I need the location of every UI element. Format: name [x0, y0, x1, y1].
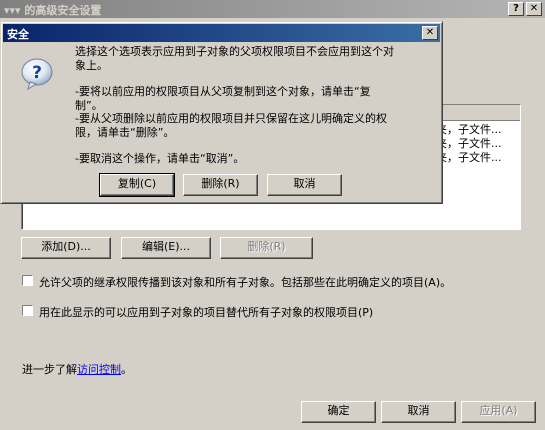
message-intro-line1: 选择这个选项表示应用到子对象的父项权限项目不会应用到这个对: [75, 45, 394, 58]
list-item-apply-to[interactable]: 夹，子文件...: [436, 151, 520, 164]
replace-checkbox-label: 用在此显示的可以应用到子对象的项目替代所有子对象的权限项目(P): [39, 306, 374, 319]
dialog-title: 安全: [7, 28, 29, 41]
message-copy-line1: -要将以前应用的权限项目从父项复制到这个对象，请单击“复: [75, 85, 371, 98]
outer-close-button[interactable]: ✕: [526, 2, 542, 16]
learn-more-suffix: 。: [121, 363, 132, 376]
message-intro-line2: 象上。: [75, 58, 108, 72]
security-dialog: 安全 ✕ ? 选择这个选项表示应用到子对象的父项权限项目不会应用到这个对 象上。…: [0, 21, 443, 204]
help-button[interactable]: ?: [508, 2, 524, 16]
dialog-close-button[interactable]: ✕: [422, 26, 438, 40]
access-control-link[interactable]: 访问控制: [77, 363, 121, 376]
list-item-apply-to[interactable]: 夹，子文件...: [436, 137, 520, 150]
question-icon: ?: [20, 57, 54, 91]
message-copy-line2: 制”。: [75, 98, 103, 112]
replace-checkbox-box[interactable]: [22, 305, 33, 316]
inherit-checkbox-label: 允许父项的继承权限传播到该对象和所有子对象。包括那些在此明确定义的项目(A)。: [39, 276, 452, 289]
message-remove-line1: -要从父项删除以前应用的权限项目并只保留在这儿明确定义的权: [75, 112, 387, 125]
dialog-title-bar[interactable]: 安全 ✕: [3, 24, 440, 42]
dialog-message: 选择这个选项表示应用到子对象的父项权限项目不会应用到这个对 象上。 -要将以前应…: [75, 45, 435, 166]
message-remove-line2: 限，请单击“删除”。: [75, 125, 175, 139]
dialog-cancel-button[interactable]: 取消: [267, 174, 342, 196]
list-item-apply-to[interactable]: 夹，子文件...: [436, 123, 520, 136]
message-cancel-line: -要取消这个操作，请单击“取消”。: [75, 152, 245, 165]
learn-more-text: 进一步了解访问控制。: [22, 361, 132, 377]
outer-title-bar[interactable]: ▾▾▾ 的高级安全设置 ? ✕: [0, 0, 545, 18]
edit-entry-button[interactable]: 编辑(E)...: [121, 237, 211, 259]
learn-more-prefix: 进一步了解: [22, 363, 77, 376]
inherit-checkbox-box[interactable]: [22, 275, 33, 286]
add-entry-button[interactable]: 添加(D)...: [21, 237, 111, 259]
remove-entry-button[interactable]: 删除(R): [220, 237, 313, 259]
copy-button[interactable]: 复制(C): [99, 173, 175, 197]
cancel-button[interactable]: 取消: [381, 401, 456, 423]
ok-button[interactable]: 确定: [301, 401, 376, 423]
question-mark-glyph: ?: [32, 63, 42, 83]
apply-button[interactable]: 应用(A): [461, 401, 536, 423]
dialog-remove-button[interactable]: 删除(R): [183, 174, 258, 196]
outer-window-title: ▾▾▾ 的高级安全设置: [4, 4, 102, 17]
